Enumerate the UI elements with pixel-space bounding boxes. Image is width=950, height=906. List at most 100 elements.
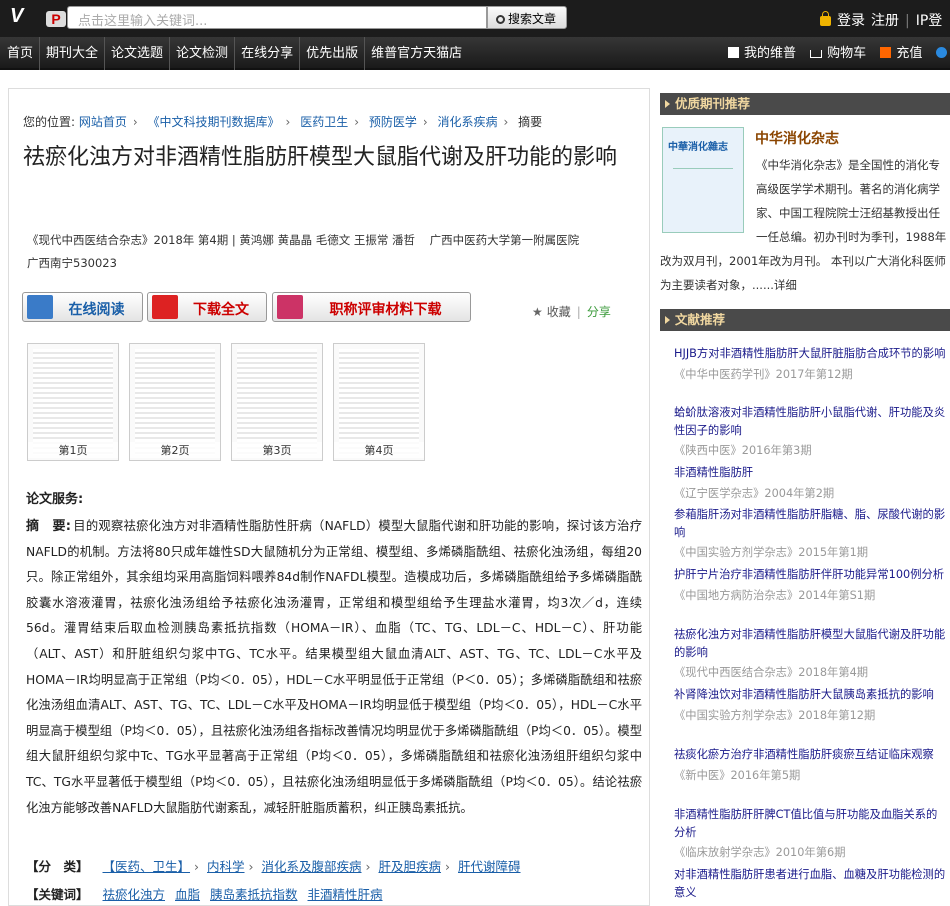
download-button[interactable]: 下载全文 — [147, 292, 267, 322]
vip-logo[interactable]: VP — [10, 5, 66, 31]
chevron-right-icon: › — [248, 859, 254, 874]
breadcrumb-database[interactable]: 《中文科技期刊数据库》 — [148, 115, 280, 129]
star-icon: ★ — [532, 305, 543, 319]
my-vip-link[interactable]: 我的维普 — [744, 46, 796, 61]
page-thumbnail[interactable]: 第3页 — [231, 343, 323, 461]
breadcrumb-home[interactable]: 网站首页 — [79, 115, 127, 129]
abstract-text: 目的观察祛瘀化浊方对非酒精性脂肪性肝病（NAFLD）模型大鼠脂代谢和肝功能的影响… — [26, 519, 642, 815]
rec-title[interactable]: 非酒精性脂肪肝肝脾CT值比值与肝功能及血脂关系的分析 — [674, 806, 948, 841]
abstract: 摘 要: 目的观察祛瘀化浊方对非酒精性脂肪性肝病（NAFLD）模型大鼠脂代谢和肝功… — [26, 514, 642, 821]
article-title: 祛瘀化浊方对非酒精性脂肪肝模型大鼠脂代谢及肝功能的影响 — [23, 145, 618, 170]
breadcrumb-medicine[interactable]: 医药卫生 — [300, 115, 348, 129]
address-line: 广西南宁530023 — [27, 256, 117, 270]
rec-title[interactable]: 非酒精性脂肪肝 — [674, 464, 948, 482]
read-online-button[interactable]: 在线阅读 — [22, 292, 143, 322]
rec-title[interactable]: HJJB方对非酒精性脂肪肝大鼠肝脏脂肪合成环节的影响 — [674, 345, 948, 363]
nav-item-share[interactable]: 在线分享 — [235, 37, 301, 70]
ip-login-link[interactable]: IP登 — [916, 13, 943, 29]
page-label: 第2页 — [130, 442, 220, 458]
rec-title[interactable]: 祛痰化瘀方治疗非酒精性脂肪肝痰瘀互结证临床观察 — [674, 746, 948, 764]
nav-item-topics[interactable]: 论文选题 — [105, 37, 171, 70]
rec-source[interactable]: 《新中医》2016年第5期 — [674, 767, 948, 785]
nav-item-home[interactable]: 首页 — [0, 37, 41, 70]
register-link[interactable]: 注册 — [871, 13, 899, 29]
cart-link[interactable]: 购物车 — [827, 46, 866, 61]
rec-source[interactable]: 《临床放射学杂志》2010年第6期 — [674, 844, 948, 862]
nav-item-journals[interactable]: 期刊大全 — [40, 37, 106, 70]
breadcrumb-digestive[interactable]: 消化系疾病 — [438, 115, 498, 129]
journal-desc-rest: 改为双月刊，2001年改为月刊。 本刊以广大消化科医师为主要读者对象，.....… — [660, 254, 946, 292]
keywords: 【关键词】 祛瘀化浊方 血脂 胰岛素抵抗指数 非酒精性肝病 — [26, 884, 389, 903]
rec-title[interactable]: 补肾降浊饮对非酒精性脂肪肝大鼠胰岛素抵抗的影响 — [674, 686, 948, 704]
user-icon — [728, 47, 739, 58]
list-item: 非酒精性脂肪肝 《辽宁医学杂志》2004年第2期 — [674, 464, 948, 502]
class-link[interactable]: 消化系及腹部疾病 — [262, 859, 362, 874]
class-link[interactable]: 【医药、卫生】 — [103, 859, 191, 874]
journal-description: 《中华消化杂志》是全国性的消化专 高级医学学术期刊。著名的消化病学 家、中国工程… — [660, 153, 950, 297]
journal-desc-line: 高级医学学术期刊。著名的消化病学 — [756, 182, 940, 196]
keyword-link[interactable]: 非酒精性肝病 — [308, 887, 383, 902]
nav-item-tmall[interactable]: 维普官方天猫店 — [365, 37, 468, 70]
top-bar: VP 点击这里输入关键词... 搜索文章 登录 注册 | IP登 — [0, 0, 950, 37]
rec-source[interactable]: 《辽宁医学杂志》2004年第2期 — [674, 485, 948, 503]
read-online-label: 在线阅读 — [68, 302, 125, 318]
favorite-link[interactable]: 收藏 — [547, 305, 571, 319]
cart-icon — [810, 50, 823, 58]
search-icon — [496, 15, 505, 24]
pdf-icon — [152, 295, 178, 319]
page-label: 第3页 — [232, 442, 322, 458]
chevron-right-icon: › — [503, 115, 509, 129]
page-thumbnail[interactable]: 第1页 — [27, 343, 119, 461]
search-button-label: 搜索文章 — [508, 12, 557, 26]
chevron-right-icon: › — [194, 859, 200, 874]
nav-item-priority[interactable]: 优先出版 — [300, 37, 366, 70]
material-download-label: 职称评审材料下载 — [329, 302, 442, 318]
login-link[interactable]: 登录 — [837, 13, 865, 29]
nav-item-check[interactable]: 论文检测 — [170, 37, 236, 70]
main-nav: 首页 期刊大全 论文选题 论文检测 在线分享 优先出版 维普官方天猫店 我的维普… — [0, 37, 950, 70]
rec-source[interactable]: 《中国地方病防治杂志》2014年第S1期 — [674, 587, 948, 605]
journal-desc-line: 一任总编。初办刊时为季刊，1988年 — [756, 230, 947, 244]
class-link[interactable]: 肝及胆疾病 — [379, 859, 442, 874]
search-input[interactable]: 点击这里输入关键词... — [67, 6, 487, 29]
class-link[interactable]: 内科学 — [207, 859, 245, 874]
rec-source[interactable]: 《中国实验方剂学杂志》2018年第12期 — [674, 707, 948, 725]
search-button[interactable]: 搜索文章 — [487, 6, 567, 29]
rec-title[interactable]: 祛瘀化浊方对非酒精性脂肪肝模型大鼠脂代谢及肝功能的影响 — [674, 626, 948, 661]
rec-source[interactable]: 《中华中医药学刊》2017年第12期 — [674, 366, 948, 384]
list-item: 非酒精性脂肪肝肝脾CT值比值与肝功能及血脂关系的分析《临床放射学杂志》2010年… — [674, 806, 948, 862]
rec-source[interactable]: 《陕西中医》2016年第3期 — [674, 442, 948, 460]
keyword-link[interactable]: 胰岛素抵抗指数 — [210, 887, 298, 902]
page-thumbnail[interactable]: 第4页 — [333, 343, 425, 461]
login-area: 登录 注册 | IP登 — [820, 10, 948, 30]
rec-title[interactable]: 参葙脂肝汤对非酒精性脂肪肝脂糖、脂、尿酸代谢的影响 — [674, 506, 948, 541]
list-item: 祛瘀化浊方对非酒精性脂肪肝模型大鼠脂代谢及肝功能的影响《现代中西医结合杂志》20… — [674, 626, 948, 682]
literature-recommend-header: 文献推荐 — [660, 309, 950, 331]
chevron-right-icon: › — [445, 859, 451, 874]
rec-source[interactable]: 《中国实验方剂学杂志》2015年第1期 — [674, 544, 948, 562]
breadcrumb-preventive[interactable]: 预防医学 — [369, 115, 417, 129]
page-preview — [339, 349, 419, 455]
keyword-link[interactable]: 血脂 — [175, 887, 200, 902]
rec-title[interactable]: 蛤蚧肽溶液对非酒精性脂肪肝小鼠脂代谢、肝功能及炎性因子的影响 — [674, 404, 948, 439]
chevron-right-icon: › — [285, 115, 291, 129]
rec-title[interactable]: 护肝宁片治疗非酒精性脂肪肝伴肝功能异常100例分析 — [674, 566, 948, 584]
classification: 【分 类】 【医药、卫生】 › 内科学 › 消化系及腹部疾病 › 肝及胆疾病 › 肝代谢… — [26, 856, 521, 875]
article-meta: 《现代中西医结合杂志》2018年 第4期 | 黄鸿娜 黄晶晶 毛德文 王振常 潘… — [27, 229, 637, 275]
material-download-button[interactable]: 职称评审材料下载 — [272, 292, 471, 322]
journal-name[interactable]: 中华消化杂志 — [755, 128, 839, 148]
page-thumbnail[interactable]: 第2页 — [129, 343, 221, 461]
breadcrumb-current: 摘要 — [518, 115, 543, 129]
page-preview — [33, 349, 113, 455]
class-link[interactable]: 肝代谢障碍 — [458, 859, 521, 874]
keyword-link[interactable]: 祛瘀化浊方 — [103, 887, 166, 902]
list-item: 蛤蚧肽溶液对非酒精性脂肪肝小鼠脂代谢、肝功能及炎性因子的影响《陕西中医》2016… — [674, 404, 948, 460]
breadcrumb: 您的位置: 网站首页 › 《中文科技期刊数据库》 › 医药卫生 › 预防医学 › 消化系… — [23, 113, 542, 130]
journal-desc-line: 《中华消化杂志》是全国性的消化专 — [756, 158, 940, 172]
share-link[interactable]: | 分享 — [577, 305, 611, 319]
chevron-right-icon: › — [354, 115, 360, 129]
recharge-link[interactable]: 充值 — [896, 46, 922, 61]
chevron-right-icon: › — [365, 859, 371, 874]
rec-title[interactable]: 对非酒精性脂肪肝患者进行血脂、血糖及肝功能检测的意义 — [674, 866, 948, 901]
rec-source[interactable]: 《现代中西医结合杂志》2018年第4期 — [674, 664, 948, 682]
